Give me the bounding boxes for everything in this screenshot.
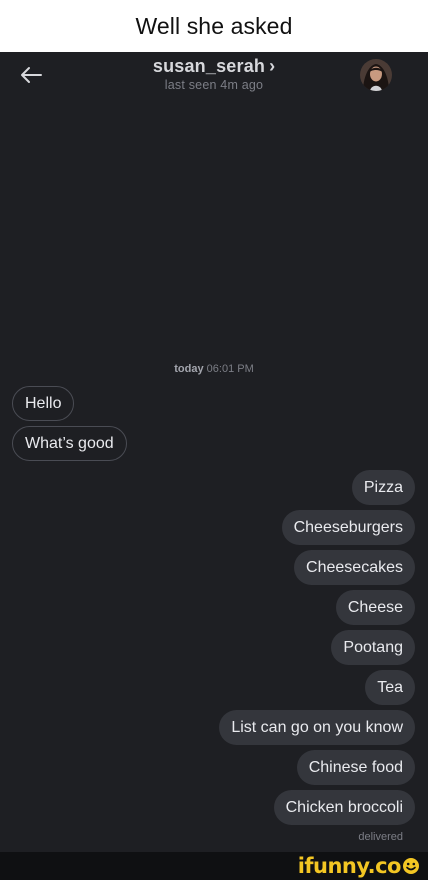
date-day: today bbox=[174, 363, 204, 375]
outgoing-message-bubble[interactable]: Cheesecakes bbox=[294, 550, 415, 585]
date-time: 06:01 PM bbox=[206, 363, 254, 375]
outgoing-message-bubble[interactable]: List can go on you know bbox=[219, 710, 415, 745]
profile-photo-icon bbox=[360, 59, 392, 91]
contact-name[interactable]: susan_serah bbox=[153, 56, 265, 77]
date-separator: today 06:01 PM bbox=[0, 363, 428, 375]
delivery-status: delivered bbox=[358, 831, 403, 843]
incoming-message-bubble[interactable]: What’s good bbox=[12, 426, 127, 461]
chat-screen: susan_serah › last seen 4m ago today 06:0… bbox=[0, 52, 428, 852]
meme-caption-bar: Well she asked bbox=[0, 0, 428, 52]
outgoing-message-bubble[interactable]: Cheeseburgers bbox=[281, 510, 415, 545]
incoming-message-bubble[interactable]: Hello bbox=[12, 386, 75, 421]
outgoing-message-bubble[interactable]: Chicken broccoli bbox=[273, 790, 415, 825]
outgoing-message-bubble[interactable]: Tea bbox=[365, 670, 415, 705]
ifunny-watermark: ifunny.co bbox=[298, 853, 420, 879]
outgoing-message-bubble[interactable]: Cheese bbox=[335, 590, 415, 625]
watermark-text: ifunny.co bbox=[297, 854, 402, 878]
outgoing-message-bubble[interactable]: Pootang bbox=[331, 630, 415, 665]
smiley-icon bbox=[403, 858, 419, 874]
meme-caption: Well she asked bbox=[135, 12, 293, 39]
avatar[interactable] bbox=[360, 59, 392, 91]
chevron-right-icon: › bbox=[269, 56, 276, 76]
outgoing-message-bubble[interactable]: Chinese food bbox=[296, 750, 415, 785]
outgoing-message-bubble[interactable]: Pizza bbox=[351, 470, 415, 505]
chat-header: susan_serah › last seen 4m ago bbox=[0, 52, 428, 102]
